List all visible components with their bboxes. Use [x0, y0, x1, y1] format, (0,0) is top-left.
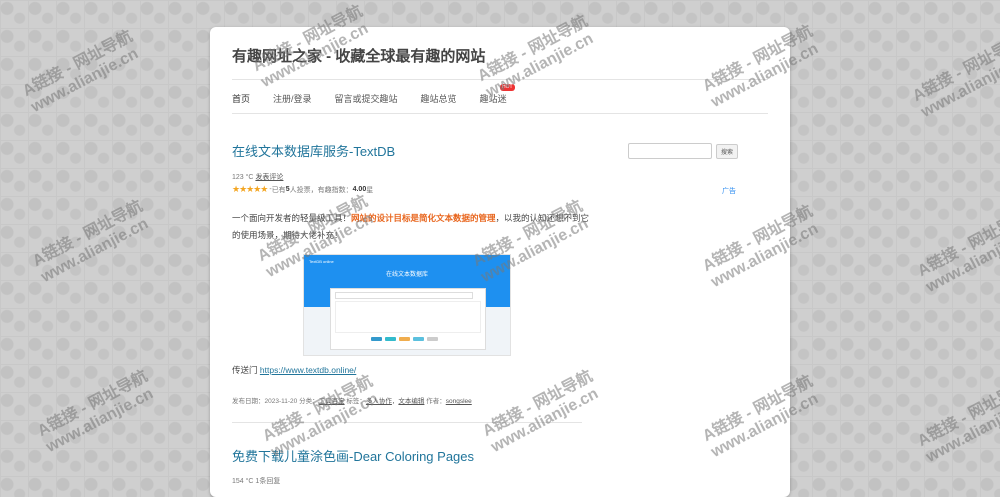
screenshot-title: 在线文本数据库 — [385, 272, 428, 278]
portal-label: 传送门 — [232, 365, 258, 375]
watermark: A链接 - 网址导航 www.alianjie.cn — [30, 198, 154, 287]
screenshot-card — [330, 288, 486, 350]
author-label: 作者： — [426, 398, 446, 405]
rating-suffix: 星 — [366, 186, 374, 194]
portal-link[interactable]: https://www.textdb.online/ — [260, 365, 356, 375]
tag-link[interactable]: 文本编辑 — [398, 398, 424, 405]
watermark-line-2: www.alianjie.cn — [918, 50, 1000, 121]
post-excerpt: 一个面向开发者的轻量级工具！网站的设计目标是简化文本数据的管理，以我的认知还想不… — [232, 210, 592, 244]
rating-value: 4.00 — [352, 186, 367, 193]
nav-item-login[interactable]: 注册/登录 — [273, 92, 312, 105]
watermark: A链接 - 网址导航 www.alianjie.cn — [35, 368, 159, 457]
temperature: 123 °C — [232, 174, 254, 181]
post-screenshot[interactable]: TextDB online 在线文本数据库 — [303, 254, 511, 356]
star-rating-icon[interactable]: ★★★★★ — [232, 184, 268, 195]
post-divider — [232, 422, 582, 423]
watermark: A链接 - 网址导航 www.alianjie.cn — [910, 33, 1000, 122]
watermark-line-2: www.alianjie.cn — [43, 385, 157, 456]
post-date: 2023-11-20 — [264, 398, 298, 405]
screenshot-text-area — [335, 301, 481, 333]
nav-item-overview[interactable]: 趣站总览 — [421, 92, 457, 105]
main-nav: 首页 注册/登录 留言或提交趣站 趣站总览 趣站迷 HOT — [232, 84, 530, 105]
category-link[interactable]: 工具百宝 — [319, 398, 345, 405]
nav-item-fans-label: 趣站迷 — [479, 94, 507, 104]
watermark: A链接 - 网址导航 www.alianjie.cn — [20, 28, 144, 117]
tag-link[interactable]: 多人协作 — [366, 398, 392, 405]
page-container: 有趣网址之家 - 收藏全球最有趣的网站 首页 注册/登录 留言或提交趣站 趣站总… — [210, 27, 790, 497]
category-label: 分类： — [299, 398, 319, 405]
watermark-line-2: www.alianjie.cn — [38, 215, 152, 286]
nav-divider — [232, 113, 768, 114]
header-divider — [232, 79, 768, 80]
comment-link[interactable]: 发表评论 — [255, 174, 283, 181]
post-title[interactable]: 在线文本数据库服务-TextDB — [232, 141, 395, 160]
date-label: 发布日期： — [232, 398, 265, 405]
watermark-line-2: www.alianjie.cn — [923, 225, 1000, 296]
hot-badge: HOT — [500, 84, 515, 91]
watermark-line-1: A链接 - 网址导航 — [30, 197, 146, 271]
post-title-2[interactable]: 免费下载儿童涂色画-Dear Coloring Pages — [232, 446, 474, 465]
screenshot-button — [371, 337, 382, 341]
screenshot-url-bar — [335, 292, 473, 299]
watermark-line-2: www.alianjie.cn — [28, 45, 142, 116]
watermark-line-1: A链接 - 网址导航 — [915, 207, 1000, 281]
nav-item-fans[interactable]: 趣站迷 HOT — [479, 84, 515, 105]
search-button[interactable]: 搜索 — [716, 143, 739, 159]
search-form: 搜索 — [628, 143, 739, 159]
rating-prefix: 已有 — [271, 186, 286, 194]
screenshot-button — [385, 337, 396, 341]
rating-mid: 人投票，有趣指数： — [289, 186, 353, 194]
ad-label[interactable]: 广告 — [722, 186, 736, 196]
tag-label: 标签： — [346, 398, 366, 405]
watermark-line-1: A链接 - 网址导航 — [910, 32, 1000, 106]
nav-item-submit[interactable]: 留言或提交趣站 — [335, 92, 398, 105]
portal-line: 传送门 https://www.textdb.online/ — [232, 364, 356, 376]
watermark: A链接 - 网址导航 www.alianjie.cn — [915, 378, 1000, 467]
screenshot-brand: TextDB online — [309, 259, 334, 264]
excerpt-text: 一个面向开发者的轻量级工具！ — [232, 213, 352, 223]
nav-item-home[interactable]: 首页 — [232, 92, 250, 105]
post-meta-top: 123 °C 发表评论 — [232, 172, 283, 182]
watermark: A链接 - 网址导航 www.alianjie.cn — [915, 208, 1000, 297]
watermark-line-1: A链接 - 网址导航 — [20, 27, 136, 101]
watermark-line-1: A链接 - 网址导航 — [915, 377, 1000, 451]
watermark-line-1: A链接 - 网址导航 — [35, 367, 151, 441]
author-link[interactable]: songslee — [446, 398, 472, 405]
screenshot-button — [427, 337, 438, 341]
post-meta-bottom: 发布日期：2023-11-20 分类：工具百宝 标签：多人协作，文本编辑 作者：… — [232, 398, 472, 405]
rating: ★★★★★ - 已有 5 人投票，有趣指数： 4.00 星 — [232, 184, 373, 195]
screenshot-button — [399, 337, 410, 341]
site-title[interactable]: 有趣网址之家 - 收藏全球最有趣的网站 — [232, 45, 485, 66]
screenshot-buttons — [371, 337, 441, 341]
excerpt-highlight: 网站的设计目标是简化文本数据的管理 — [351, 213, 496, 223]
search-input[interactable] — [628, 143, 712, 159]
watermark-line-2: www.alianjie.cn — [923, 395, 1000, 466]
screenshot-button — [413, 337, 424, 341]
